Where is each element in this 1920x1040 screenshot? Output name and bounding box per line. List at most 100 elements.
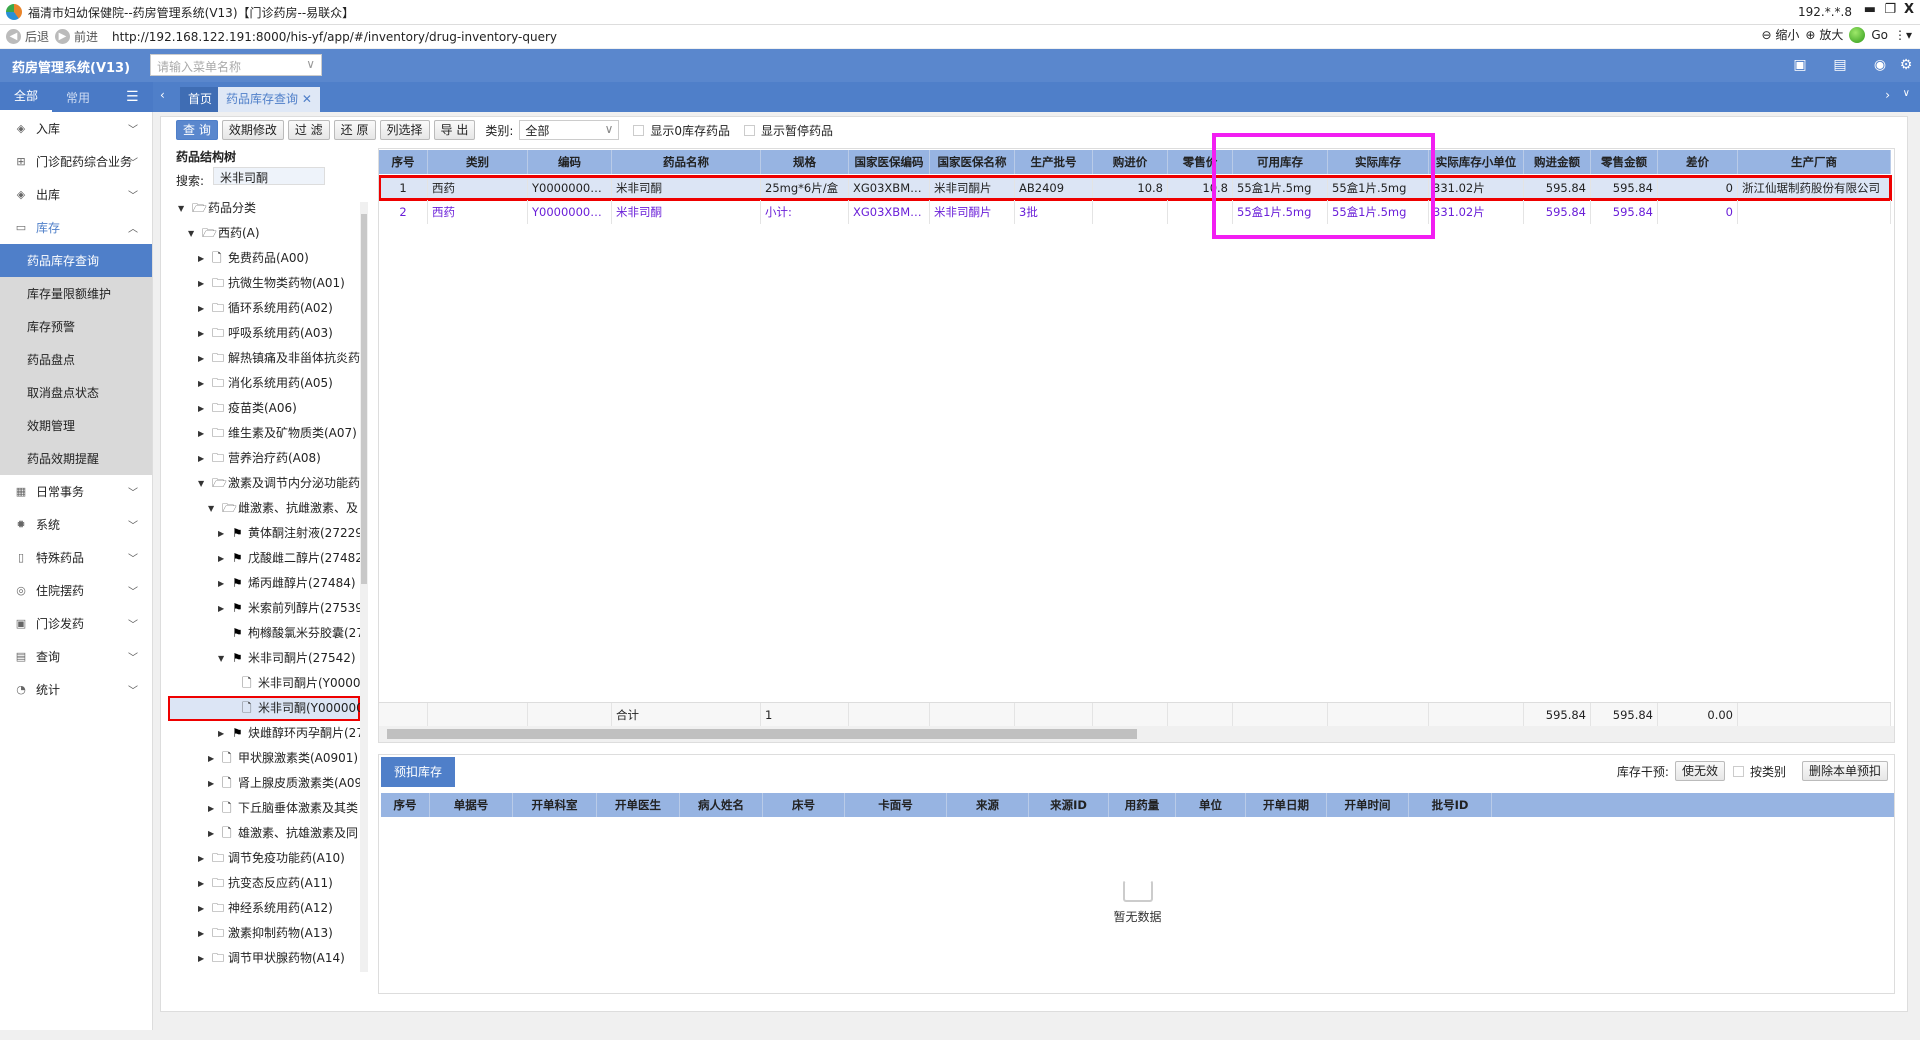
tree-node[interactable]: ▶ 🗀 调节免疫功能药(A10) bbox=[168, 846, 360, 871]
back-button[interactable]: ◀ 后退 bbox=[6, 28, 49, 45]
column-header[interactable]: 批号ID bbox=[1409, 793, 1492, 817]
tree-node[interactable]: ▼ 🗁 激素及调节内分泌功能药 bbox=[168, 471, 360, 496]
query-button[interactable]: 查 询 bbox=[176, 120, 218, 140]
sidebar-item[interactable]: 库存预警 bbox=[0, 310, 152, 343]
caret-right-icon[interactable]: ▶ bbox=[198, 846, 208, 871]
restore-button[interactable]: ❐ bbox=[1884, 2, 1896, 17]
settings-gear-icon[interactable]: ⚙ bbox=[1898, 57, 1914, 73]
expiry-edit-button[interactable]: 效期修改 bbox=[221, 120, 284, 140]
column-header[interactable]: 开单医生 bbox=[597, 793, 680, 817]
sidebar-item[interactable]: ⊞ 门诊配药综合业务 ﹀ bbox=[0, 145, 152, 178]
caret-down-icon[interactable]: ▼ bbox=[208, 496, 218, 521]
column-header[interactable]: 来源ID bbox=[1029, 793, 1109, 817]
sidebar-item[interactable]: 药品库存查询 bbox=[0, 244, 152, 277]
tree-node[interactable]: ▶ 🗀 解热镇痛及非甾体抗炎药 bbox=[168, 346, 360, 371]
screen-icon[interactable]: ▣ bbox=[1792, 57, 1808, 73]
tree-node[interactable]: ▶ 🗀 维生素及矿物质类(A07) bbox=[168, 421, 360, 446]
caret-right-icon[interactable]: ▶ bbox=[198, 446, 208, 471]
caret-right-icon[interactable]: ▶ bbox=[198, 921, 208, 946]
caret-right-icon[interactable]: ▶ bbox=[198, 271, 208, 296]
tree-node[interactable]: ▶ 🗀 疫苗类(A06) bbox=[168, 396, 360, 421]
column-header[interactable]: 购进价 bbox=[1093, 150, 1168, 174]
column-header[interactable]: 单位 bbox=[1176, 793, 1246, 817]
column-header[interactable]: 开单时间 bbox=[1327, 793, 1409, 817]
caret-right-icon[interactable]: ▶ bbox=[218, 596, 228, 621]
table-row-subtotal[interactable]: 2 西药 Y000000023... 米非司酮 小计: XG03XBM09... 米非司酮片… bbox=[379, 200, 1891, 224]
help-icon[interactable]: ◉ bbox=[1872, 57, 1888, 73]
column-select-button[interactable]: 列选择 bbox=[379, 120, 430, 140]
delete-reservation-button[interactable]: 删除本单预扣 bbox=[1801, 761, 1888, 781]
go-button[interactable]: Go bbox=[1871, 28, 1888, 42]
column-header[interactable]: 开单科室 bbox=[513, 793, 597, 817]
tree-node[interactable]: ▶ 🗋 肾上腺皮质激素类(A09 bbox=[168, 771, 360, 796]
tree-scroll-thumb[interactable] bbox=[361, 214, 367, 584]
table-row[interactable]: 1 西药 Y000000023... 米非司酮 25mg*6片/盒 XG03XBM09..… bbox=[379, 175, 1892, 201]
sidebar-item[interactable]: ▯ 特殊药品 ﹀ bbox=[0, 541, 152, 574]
column-header[interactable]: 床号 bbox=[763, 793, 845, 817]
sidebar-item[interactable]: 库存量限额维护 bbox=[0, 277, 152, 310]
tree-node[interactable]: ▶ ⚑ 米索前列醇片(27539) bbox=[168, 596, 360, 621]
filter-button[interactable]: 过 滤 bbox=[287, 120, 330, 140]
caret-right-icon[interactable]: ▶ bbox=[198, 321, 208, 346]
url-input[interactable]: http://192.168.122.191:8000/his-yf/app/#… bbox=[112, 30, 557, 44]
sidebar-item[interactable]: 取消盘点状态 bbox=[0, 376, 152, 409]
caret-down-icon[interactable]: ▼ bbox=[188, 221, 198, 246]
caret-right-icon[interactable]: ▶ bbox=[198, 396, 208, 421]
column-header[interactable]: 生产厂商 bbox=[1738, 150, 1891, 174]
tab-drug-inventory-query[interactable]: 药品库存查询 ✕ bbox=[218, 87, 320, 112]
zoom-in-button[interactable]: ⊕ 放大 bbox=[1805, 26, 1843, 43]
by-category-checkbox[interactable]: 按类别 bbox=[1732, 763, 1786, 780]
tabs-scroll-right-icon[interactable]: › bbox=[1885, 88, 1890, 102]
sidebar-item[interactable]: ▤ 查询 ﹀ bbox=[0, 640, 152, 673]
sidebar-item[interactable]: 药品盘点 bbox=[0, 343, 152, 376]
tree-node[interactable]: ▼ 🗁 西药(A) bbox=[168, 221, 360, 246]
caret-down-icon[interactable]: ▼ bbox=[218, 646, 228, 671]
column-header[interactable]: 序号 bbox=[381, 793, 430, 817]
show-paused-checkbox[interactable]: 显示暂停药品 bbox=[744, 122, 833, 139]
tree-node[interactable]: ▶ 🗋 下丘脑垂体激素及其类 bbox=[168, 796, 360, 821]
column-header[interactable]: 来源 bbox=[947, 793, 1029, 817]
tab-reserved-stock[interactable]: 预扣库存 bbox=[381, 757, 455, 787]
tree-scrollbar[interactable] bbox=[360, 202, 368, 972]
tab-close-icon[interactable]: ✕ bbox=[302, 92, 312, 106]
sidebar-item[interactable]: 药品效期提醒 bbox=[0, 442, 152, 475]
tree-node[interactable]: ▶ 🗀 调节甲状腺药物(A14) bbox=[168, 946, 360, 971]
sidebar-item[interactable]: ◈ 入库 ﹀ bbox=[0, 112, 152, 145]
scroll-thumb[interactable] bbox=[387, 729, 1137, 739]
tree-node[interactable]: ▼ ⚑ 米非司酮片(27542) bbox=[168, 646, 360, 671]
caret-right-icon[interactable]: ▶ bbox=[198, 371, 208, 396]
menu-search-input[interactable]: 请输入菜单名称 ∨ bbox=[150, 54, 322, 76]
sidebar-item[interactable]: ◈ 出库 ﹀ bbox=[0, 178, 152, 211]
minimize-button[interactable]: ▬ bbox=[1864, 2, 1876, 17]
document-icon[interactable]: ▤ bbox=[1832, 57, 1848, 73]
tree-node[interactable]: ▶ ⚑ 戊酸雌二醇片(27482) bbox=[168, 546, 360, 571]
column-header[interactable]: 差价 bbox=[1658, 150, 1738, 174]
sidebar-item[interactable]: ▦ 日常事务 ﹀ bbox=[0, 475, 152, 508]
tree-node[interactable]: 🗋 米非司酮片(Y00000... bbox=[168, 671, 360, 696]
tree-node[interactable]: ▶ 🗋 免费药品(A00) bbox=[168, 246, 360, 271]
column-header[interactable]: 用药量 bbox=[1109, 793, 1176, 817]
tree-node[interactable]: ▶ 🗀 抗变态反应药(A11) bbox=[168, 871, 360, 896]
zoom-out-button[interactable]: ⊖ 缩小 bbox=[1762, 26, 1800, 43]
table-total-row[interactable]: 合计 1 595.84 595.84 0.00 bbox=[379, 702, 1891, 726]
column-header[interactable]: 单据号 bbox=[430, 793, 513, 817]
caret-right-icon[interactable]: ▶ bbox=[208, 796, 218, 821]
column-header[interactable]: 购进金额 bbox=[1524, 150, 1591, 174]
column-header[interactable]: 国家医保编码 bbox=[849, 150, 930, 174]
column-header[interactable]: 规格 bbox=[761, 150, 849, 174]
tree-node[interactable]: ▶ 🗀 循环系统用药(A02) bbox=[168, 296, 360, 321]
collapse-menu-icon[interactable]: ☰ bbox=[126, 89, 139, 105]
caret-right-icon[interactable]: ▶ bbox=[218, 571, 228, 596]
caret-right-icon[interactable]: ▶ bbox=[208, 771, 218, 796]
tree-node[interactable]: ▼ 🗁 雌激素、抗雌激素、及 bbox=[168, 496, 360, 521]
sidebar-item[interactable]: ◔ 统计 ﹀ bbox=[0, 673, 152, 706]
sidebar-item[interactable]: ◎ 住院摆药 ﹀ bbox=[0, 574, 152, 607]
column-header[interactable]: 实际库存小单位 bbox=[1429, 150, 1524, 174]
tab-home[interactable]: 首页 bbox=[180, 87, 221, 112]
invalidate-button[interactable]: 使无效 bbox=[1674, 761, 1725, 781]
tree-node[interactable]: ▶ 🗀 神经系统用药(A12) bbox=[168, 896, 360, 921]
caret-down-icon[interactable]: ▼ bbox=[178, 196, 188, 221]
caret-right-icon[interactable]: ▶ bbox=[198, 896, 208, 921]
tree-node[interactable]: ▶ 🗀 抗微生物类药物(A01) bbox=[168, 271, 360, 296]
column-header[interactable]: 病人姓名 bbox=[680, 793, 763, 817]
